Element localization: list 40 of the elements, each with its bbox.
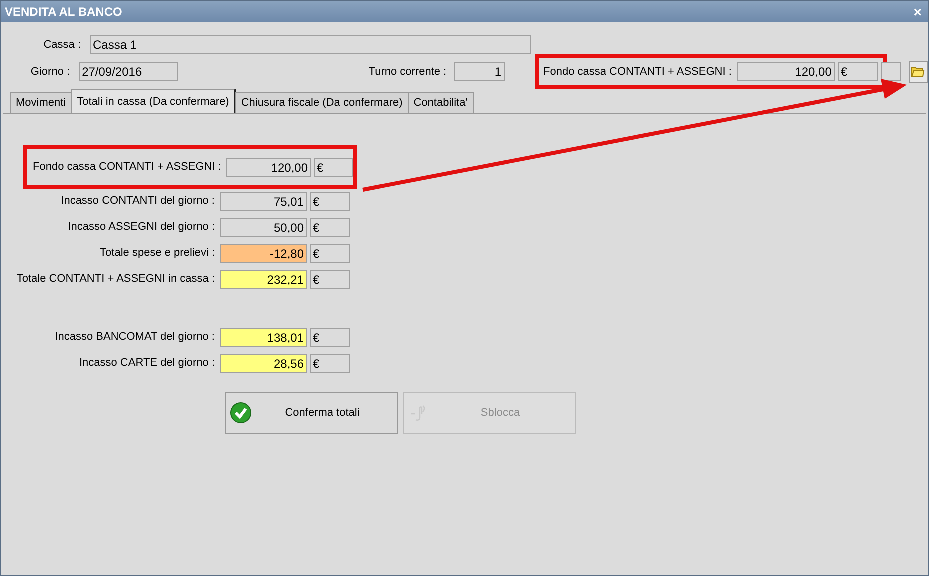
currency-field: €	[310, 244, 350, 262]
field-label: Turno corrente :	[368, 66, 447, 78]
amount-field: -12,80	[220, 244, 307, 262]
cassa-field[interactable]: Cassa 1	[90, 35, 531, 54]
amount-field: 120,00	[226, 158, 311, 176]
field-label: Giorno :	[30, 66, 70, 78]
field-label: Fondo cassa CONTANTI + ASSEGNI :	[544, 66, 732, 78]
amount-field: 28,56	[220, 354, 307, 372]
amount-field: 232,21	[220, 270, 307, 288]
tab[interactable]: Movimenti	[10, 92, 72, 113]
amount-field: 138,01	[220, 328, 307, 346]
currency-field: €	[314, 158, 353, 176]
currency-field: €	[310, 354, 350, 372]
field-label: Totale CONTANTI + ASSEGNI in cassa :	[16, 273, 215, 285]
field-label: Incasso BANCOMAT del giorno :	[54, 331, 215, 343]
tab[interactable]: Chiusura fiscale (Da confermare)	[235, 92, 409, 113]
tab[interactable]: Totali in cassa (Da confermare)	[71, 89, 236, 113]
currency-field: €	[310, 270, 350, 288]
date-field[interactable]: 27/09/2016	[79, 62, 178, 81]
field-label: Incasso CONTANTI del giorno :	[60, 195, 215, 207]
amount-field: 120,00	[736, 62, 835, 81]
folder-button[interactable]	[908, 60, 928, 82]
currency-field: €	[310, 218, 350, 236]
amount-field: 50,00	[220, 218, 307, 236]
amount-field: 75,01	[220, 192, 307, 210]
field-label: Incasso ASSEGNI del giorno :	[67, 221, 215, 233]
checkmark-icon	[230, 402, 252, 424]
currency-field: €	[310, 328, 350, 346]
folder-icon	[911, 66, 926, 78]
field-label: Fondo cassa CONTANTI + ASSEGNI :	[33, 161, 222, 173]
field-label: Totale spese e prelievi :	[99, 247, 215, 259]
shift-field[interactable]: 1	[454, 62, 505, 81]
field-label: Cassa :	[42, 38, 81, 50]
tab[interactable]: Contabilita'	[408, 92, 474, 113]
field-label: Incasso CARTE del giorno :	[78, 357, 215, 369]
window-title: VENDITA AL BANCO	[5, 4, 122, 18]
currency-field: €	[838, 62, 878, 81]
empty-field	[880, 62, 901, 81]
currency-field: €	[310, 192, 350, 210]
confirm-button[interactable]: Conferma totali	[225, 392, 398, 434]
